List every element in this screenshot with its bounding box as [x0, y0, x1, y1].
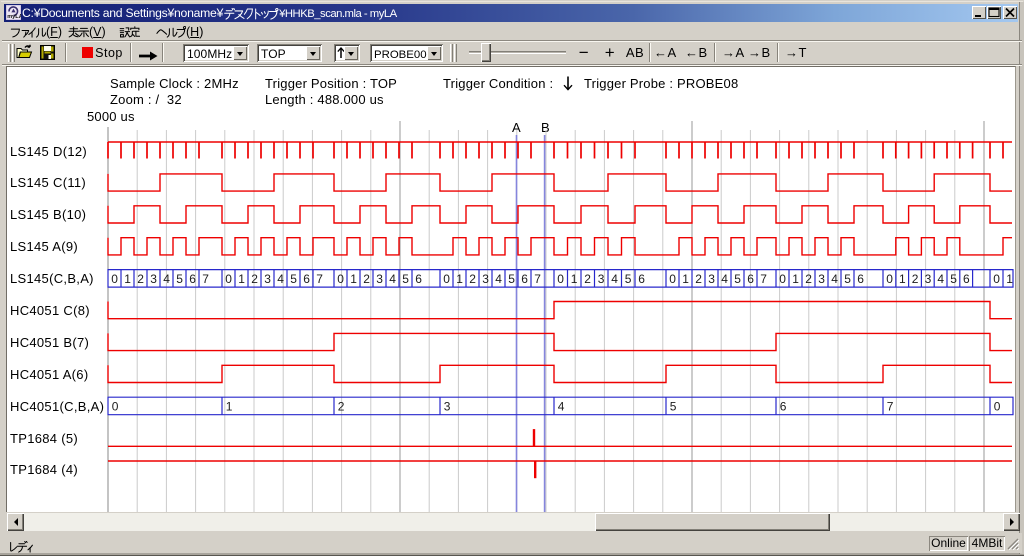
- svg-text:4: 4: [277, 272, 284, 286]
- svg-text:0: 0: [993, 272, 1000, 286]
- svg-text:7: 7: [887, 400, 894, 414]
- svg-text:5: 5: [625, 272, 632, 286]
- svg-text:4: 4: [389, 272, 396, 286]
- svg-text:3: 3: [925, 272, 932, 286]
- svg-text:1: 1: [571, 272, 578, 286]
- svg-text:3: 3: [150, 272, 157, 286]
- svg-text:1: 1: [1006, 272, 1013, 286]
- svg-text:7: 7: [760, 272, 767, 286]
- svg-text:2: 2: [805, 272, 812, 286]
- svg-text:4: 4: [831, 272, 838, 286]
- svg-text:4: 4: [495, 272, 502, 286]
- svg-text:6: 6: [189, 272, 196, 286]
- svg-text:4: 4: [163, 272, 170, 286]
- svg-text:4: 4: [558, 400, 565, 414]
- svg-text:6: 6: [638, 272, 645, 286]
- svg-text:6: 6: [415, 272, 422, 286]
- svg-text:6: 6: [963, 272, 970, 286]
- svg-text:0: 0: [994, 400, 1001, 414]
- svg-text:2: 2: [251, 272, 258, 286]
- svg-text:2: 2: [695, 272, 702, 286]
- svg-text:myLA: myLA: [7, 14, 21, 20]
- svg-text:6: 6: [780, 400, 787, 414]
- svg-text:4: 4: [937, 272, 944, 286]
- svg-text:2: 2: [469, 272, 476, 286]
- svg-text:5: 5: [844, 272, 851, 286]
- svg-text:3: 3: [598, 272, 605, 286]
- svg-text:1: 1: [792, 272, 799, 286]
- svg-text:7: 7: [316, 272, 323, 286]
- svg-text:2: 2: [338, 400, 345, 414]
- svg-text:2: 2: [137, 272, 144, 286]
- svg-text:4: 4: [611, 272, 618, 286]
- svg-text:5: 5: [290, 272, 297, 286]
- svg-text:2: 2: [363, 272, 370, 286]
- svg-text:4: 4: [721, 272, 728, 286]
- svg-text:7: 7: [202, 272, 209, 286]
- svg-text:1: 1: [238, 272, 245, 286]
- svg-text:6: 6: [521, 272, 528, 286]
- svg-text:6: 6: [747, 272, 754, 286]
- svg-text:1: 1: [456, 272, 463, 286]
- svg-text:1: 1: [226, 400, 233, 414]
- svg-text:2: 2: [912, 272, 919, 286]
- svg-text:0: 0: [337, 272, 344, 286]
- svg-text:6: 6: [303, 272, 310, 286]
- svg-text:5: 5: [508, 272, 515, 286]
- svg-text:3: 3: [708, 272, 715, 286]
- svg-text:1: 1: [899, 272, 906, 286]
- svg-text:3: 3: [818, 272, 825, 286]
- svg-text:0: 0: [112, 400, 119, 414]
- svg-text:6: 6: [857, 272, 864, 286]
- svg-text:3: 3: [376, 272, 383, 286]
- svg-text:5: 5: [670, 400, 677, 414]
- svg-text:5: 5: [950, 272, 957, 286]
- svg-text:5: 5: [176, 272, 183, 286]
- svg-text:1: 1: [124, 272, 131, 286]
- svg-text:3: 3: [482, 272, 489, 286]
- svg-text:0: 0: [779, 272, 786, 286]
- svg-text:5: 5: [734, 272, 741, 286]
- svg-text:1: 1: [682, 272, 689, 286]
- svg-text:0: 0: [443, 272, 450, 286]
- svg-text:3: 3: [444, 400, 451, 414]
- svg-text:0: 0: [886, 272, 893, 286]
- svg-text:7: 7: [534, 272, 541, 286]
- svg-text:5: 5: [402, 272, 409, 286]
- svg-text:0: 0: [111, 272, 118, 286]
- svg-text:0: 0: [669, 272, 676, 286]
- svg-text:1: 1: [350, 272, 357, 286]
- svg-text:0: 0: [557, 272, 564, 286]
- svg-text:2: 2: [584, 272, 591, 286]
- svg-text:0: 0: [225, 272, 232, 286]
- svg-text:3: 3: [264, 272, 271, 286]
